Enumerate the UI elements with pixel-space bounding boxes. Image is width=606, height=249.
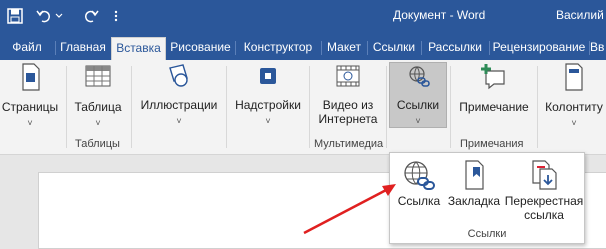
table-button[interactable]: Таблица ˅ <box>70 62 126 130</box>
links-icon <box>409 66 430 87</box>
header-footer-icon <box>565 63 583 91</box>
online-video-button[interactable]: Видео из Интернета <box>312 62 384 126</box>
chevron-down-icon: ˅ <box>571 118 577 128</box>
chevron-down-icon: ˅ <box>27 118 33 128</box>
tab-references[interactable]: Ссылки <box>368 37 420 60</box>
group-separator <box>309 66 310 148</box>
tab-design[interactable]: Конструктор <box>236 37 320 60</box>
tab-draw[interactable]: Рисование <box>167 37 234 60</box>
redo-icon[interactable] <box>80 5 102 27</box>
links-label: Ссылки <box>396 98 440 112</box>
group-label-tables: Таблицы <box>75 138 120 150</box>
pages-label: Страницы <box>1 100 59 114</box>
header-footer-label: Колонтиту <box>545 100 603 114</box>
group-separator <box>450 66 451 148</box>
cross-reference-icon <box>532 160 557 190</box>
illustrations-button[interactable]: Иллюстрации ˅ <box>136 62 222 128</box>
bookmark-button[interactable]: Закладка <box>446 159 502 208</box>
user-name[interactable]: Василий <box>556 8 604 22</box>
ribbon-tabs: Файл Главная Вставка Рисование Конструкт… <box>0 31 606 60</box>
pages-icon <box>22 63 40 91</box>
links-button[interactable]: Ссылки ˅ <box>389 62 447 128</box>
tab-home[interactable]: Главная <box>56 37 110 60</box>
undo-dropdown-icon[interactable] <box>52 5 66 27</box>
group-label-media: Мультимедиа <box>314 138 384 150</box>
bookmark-icon <box>465 160 484 190</box>
group-separator <box>386 66 387 148</box>
group-separator <box>537 66 538 148</box>
group-separator <box>131 66 132 148</box>
hyperlink-button[interactable]: Ссылка <box>394 159 444 208</box>
bookmark-label: Закладка <box>447 194 501 208</box>
chevron-down-icon: ˅ <box>176 116 182 126</box>
pages-button[interactable]: Страницы ˅ <box>0 62 60 130</box>
tab-file[interactable]: Файл <box>2 37 52 60</box>
comment-label: Примечание <box>459 100 529 114</box>
customize-icon[interactable] <box>110 5 122 27</box>
links-dropdown: Ссылка Закладка Перекрестная ссылка Ссыл… <box>389 152 585 244</box>
tab-insert[interactable]: Вставка <box>111 37 166 60</box>
online-video-label-line1: Видео из <box>322 98 374 112</box>
cross-reference-button[interactable]: Перекрестная ссылка <box>504 159 584 222</box>
hyperlink-label: Ссылка <box>397 194 441 208</box>
comment-button[interactable]: Примечание <box>454 62 534 114</box>
table-icon <box>85 65 111 87</box>
links-group-label: Ссылки <box>467 228 507 240</box>
comment-icon <box>481 64 505 90</box>
tab-layout[interactable]: Макет <box>322 37 366 60</box>
online-video-label-line2: Интернета <box>318 112 378 126</box>
addins-button[interactable]: Надстройки ˅ <box>230 62 306 128</box>
illustrations-label: Иллюстрации <box>140 98 218 112</box>
group-separator <box>66 66 67 148</box>
ribbon: Страницы ˅ Таблица ˅ Таблицы Иллюстрации… <box>0 60 606 155</box>
save-icon[interactable] <box>4 5 26 27</box>
illustrations-icon <box>169 64 188 87</box>
cross-reference-label-line1: Перекрестная <box>504 194 584 208</box>
addins-icon <box>260 68 276 84</box>
cross-reference-label-line2: ссылка <box>524 208 564 222</box>
video-icon <box>336 65 360 87</box>
hyperlink-icon <box>404 161 435 190</box>
tab-view[interactable]: Вв <box>590 37 606 60</box>
table-label: Таблица <box>74 100 122 114</box>
chevron-down-icon: ˅ <box>265 116 271 126</box>
tab-review[interactable]: Рецензирование <box>490 37 588 60</box>
chevron-down-icon: ˅ <box>415 116 421 126</box>
document-title: Документ - Word <box>393 8 486 22</box>
header-footer-button[interactable]: Колонтиту ˅ <box>542 62 606 130</box>
tab-mailings[interactable]: Рассылки <box>422 37 488 60</box>
chevron-down-icon: ˅ <box>95 118 101 128</box>
group-label-comments: Примечания <box>460 138 524 150</box>
group-separator <box>226 66 227 148</box>
addins-label: Надстройки <box>235 98 301 112</box>
title-bar: Документ - Word Василий <box>0 0 606 31</box>
